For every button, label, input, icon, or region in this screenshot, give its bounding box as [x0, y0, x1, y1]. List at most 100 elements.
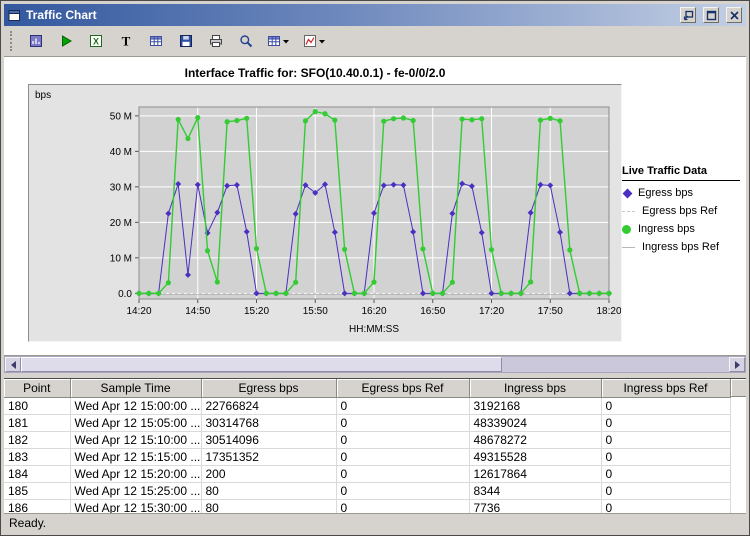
column-header[interactable]: Sample Time [70, 379, 201, 397]
status-bar: Ready. [4, 513, 746, 532]
window-maximize-button[interactable] [703, 7, 719, 23]
svg-text:17:20: 17:20 [479, 306, 504, 317]
column-header[interactable]: Egress bps Ref [336, 379, 469, 397]
table-cell[interactable]: Wed Apr 12 15:05:00 ... [70, 414, 201, 431]
scroll-left-button[interactable] [5, 357, 21, 372]
table-cell[interactable]: 182 [4, 431, 70, 448]
traffic-chart-window: Traffic Chart [0, 0, 750, 536]
svg-text:0.0: 0.0 [118, 289, 132, 300]
legend-label: Ingress bps Ref [642, 241, 719, 253]
table-cell[interactable]: 22766824 [201, 397, 336, 414]
svg-text:18:20: 18:20 [596, 306, 621, 317]
svg-text:14:50: 14:50 [185, 306, 210, 317]
table-row[interactable]: 186Wed Apr 12 15:30:00 ...80077360 [4, 499, 730, 513]
table-cell[interactable]: 17351352 [201, 448, 336, 465]
table-cell[interactable]: 30514096 [201, 431, 336, 448]
scrollbar-track[interactable] [21, 357, 729, 372]
column-header[interactable]: Egress bps [201, 379, 336, 397]
restore-icon [683, 10, 694, 21]
status-text: Ready. [9, 516, 46, 530]
table-cell[interactable]: 185 [4, 482, 70, 499]
svg-text:bps: bps [35, 90, 51, 101]
table-cell[interactable]: 183 [4, 448, 70, 465]
table-cell[interactable]: Wed Apr 12 15:30:00 ... [70, 499, 201, 513]
table-cell[interactable]: 0 [601, 448, 730, 465]
table-options-dropdown-button[interactable] [264, 29, 294, 53]
table-row[interactable]: 181Wed Apr 12 15:05:00 ...30314768048339… [4, 414, 730, 431]
table-icon [148, 33, 164, 49]
table-cell[interactable]: 0 [336, 482, 469, 499]
table-cell[interactable]: 49315528 [469, 448, 601, 465]
table-cell[interactable]: 0 [336, 499, 469, 513]
table-cell[interactable]: 0 [601, 499, 730, 513]
svg-text:T: T [122, 34, 131, 49]
body-filler [731, 397, 747, 513]
table-body: 180Wed Apr 12 15:00:00 ...22766824031921… [4, 397, 730, 513]
zoom-button[interactable] [234, 29, 258, 53]
window-restore-button[interactable] [680, 7, 696, 23]
scroll-right-button[interactable] [729, 357, 745, 372]
table-cell[interactable]: 0 [601, 414, 730, 431]
table-cell[interactable]: 0 [336, 414, 469, 431]
print-button[interactable] [204, 29, 228, 53]
svg-text:X: X [93, 37, 99, 47]
save-button[interactable] [174, 29, 198, 53]
table-cell[interactable]: 0 [336, 431, 469, 448]
titlebar[interactable]: Traffic Chart [4, 4, 746, 26]
ingress-ref-line-icon [622, 247, 635, 248]
table-cell[interactable]: 30314768 [201, 414, 336, 431]
table-cell[interactable]: 48678272 [469, 431, 601, 448]
column-header[interactable]: Ingress bps Ref [601, 379, 730, 397]
legend-title: Live Traffic Data [622, 165, 740, 181]
chart-properties-button[interactable] [24, 29, 48, 53]
table-cell[interactable]: Wed Apr 12 15:25:00 ... [70, 482, 201, 499]
table-cell[interactable]: 12617864 [469, 465, 601, 482]
toolbar-grip[interactable] [10, 31, 14, 51]
table-cell[interactable]: 180 [4, 397, 70, 414]
table-row[interactable]: 182Wed Apr 12 15:10:00 ...30514096048678… [4, 431, 730, 448]
table-cell[interactable]: Wed Apr 12 15:15:00 ... [70, 448, 201, 465]
table-cell[interactable]: 186 [4, 499, 70, 513]
table-row[interactable]: 180Wed Apr 12 15:00:00 ...22766824031921… [4, 397, 730, 414]
text-annotation-button[interactable]: T [114, 29, 138, 53]
table-cell[interactable]: Wed Apr 12 15:20:00 ... [70, 465, 201, 482]
table-cell[interactable]: 48339024 [469, 414, 601, 431]
legend-item-egress-ref: Egress bps Ref [622, 205, 740, 217]
column-header[interactable]: Point [4, 379, 70, 397]
table-cell[interactable]: 200 [201, 465, 336, 482]
table-cell[interactable]: 184 [4, 465, 70, 482]
save-icon [178, 33, 194, 49]
start-collection-button[interactable] [54, 29, 78, 53]
table-cell[interactable]: 7736 [469, 499, 601, 513]
table-cell[interactable]: 0 [336, 465, 469, 482]
table-row[interactable]: 184Wed Apr 12 15:20:00 ...2000126178640 [4, 465, 730, 482]
table-cell[interactable]: 8344 [469, 482, 601, 499]
close-icon [729, 10, 740, 21]
table-row[interactable]: 183Wed Apr 12 15:15:00 ...17351352049315… [4, 448, 730, 465]
column-header[interactable]: Ingress bps [469, 379, 601, 397]
svg-text:20 M: 20 M [110, 218, 132, 229]
right-arrow-icon [735, 361, 744, 369]
table-cell[interactable]: 80 [201, 482, 336, 499]
table-cell[interactable]: Wed Apr 12 15:00:00 ... [70, 397, 201, 414]
table-cell[interactable]: Wed Apr 12 15:10:00 ... [70, 431, 201, 448]
table-row[interactable]: 185Wed Apr 12 15:25:00 ...80083440 [4, 482, 730, 499]
table-cell[interactable]: 0 [336, 448, 469, 465]
scrollbar-thumb[interactable] [21, 357, 502, 372]
table-cell[interactable]: 181 [4, 414, 70, 431]
text-icon: T [118, 33, 134, 49]
window-title: Traffic Chart [26, 8, 673, 22]
table-cell[interactable]: 0 [601, 465, 730, 482]
table-cell[interactable]: 0 [601, 431, 730, 448]
window-close-button[interactable] [726, 7, 742, 23]
chart-box: 0.010 M20 M30 M40 M50 M14:2014:5015:2015… [28, 84, 622, 342]
table-cell[interactable]: 3192168 [469, 397, 601, 414]
table-cell[interactable]: 80 [201, 499, 336, 513]
show-table-button[interactable] [144, 29, 168, 53]
table-cell[interactable]: 0 [601, 397, 730, 414]
table-cell[interactable]: 0 [336, 397, 469, 414]
table-cell[interactable]: 0 [601, 482, 730, 499]
export-excel-button[interactable]: X [84, 29, 108, 53]
horizontal-scrollbar[interactable] [4, 356, 746, 373]
chart-type-dropdown-button[interactable] [300, 29, 330, 53]
